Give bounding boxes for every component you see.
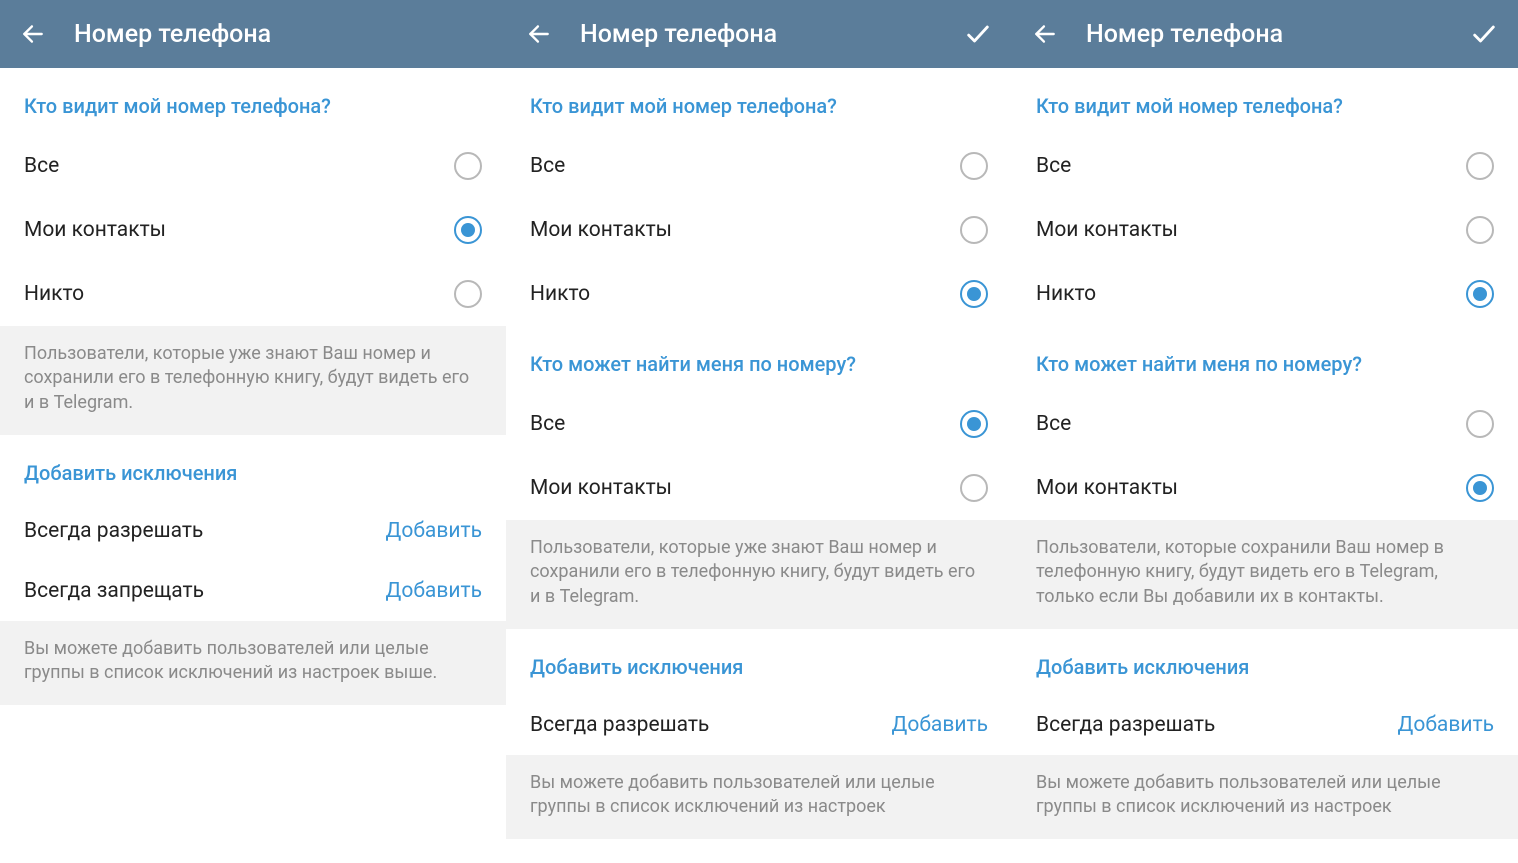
arrow-left-icon (1032, 21, 1058, 47)
section-header-who-sees: Кто видит мой номер телефона? (506, 68, 1012, 134)
radio-option-my-contacts[interactable]: Мои контакты (0, 198, 506, 262)
radio-option-everyone[interactable]: Все (506, 134, 1012, 198)
action-always-allow[interactable]: Всегда разрешать Добавить (0, 501, 506, 561)
radio-icon (1466, 280, 1494, 308)
radio-option-find-my-contacts[interactable]: Мои контакты (1012, 456, 1518, 520)
action-always-allow[interactable]: Всегда разрешать Добавить (1012, 695, 1518, 755)
action-link: Добавить (892, 713, 988, 737)
radio-icon (1466, 152, 1494, 180)
radio-option-everyone[interactable]: Все (0, 134, 506, 198)
confirm-button[interactable] (964, 20, 992, 48)
action-label: Всегда запрещать (24, 579, 204, 603)
confirm-button[interactable] (1470, 20, 1498, 48)
check-icon (964, 20, 992, 48)
page-title: Номер телефона (74, 20, 486, 49)
info-text: Пользователи, которые уже знают Ваш номе… (0, 326, 506, 435)
option-label: Мои контакты (1036, 476, 1178, 500)
section-header-who-finds: Кто может найти меня по номеру? (1012, 326, 1518, 392)
option-label: Никто (530, 282, 590, 306)
option-label: Мои контакты (24, 218, 166, 242)
check-icon (1470, 20, 1498, 48)
content: Кто видит мой номер телефона? Все Мои ко… (0, 68, 506, 863)
back-button[interactable] (526, 21, 552, 47)
radio-option-nobody[interactable]: Никто (1012, 262, 1518, 326)
action-link: Добавить (386, 519, 482, 543)
back-button[interactable] (1032, 21, 1058, 47)
option-label: Мои контакты (1036, 218, 1178, 242)
option-label: Все (1036, 154, 1071, 178)
back-button[interactable] (20, 21, 46, 47)
option-label: Никто (24, 282, 84, 306)
radio-icon (1466, 410, 1494, 438)
radio-option-nobody[interactable]: Никто (506, 262, 1012, 326)
arrow-left-icon (20, 21, 46, 47)
action-always-deny[interactable]: Всегда запрещать Добавить (0, 561, 506, 621)
option-label: Все (1036, 412, 1071, 436)
option-label: Все (530, 412, 565, 436)
radio-icon (1466, 474, 1494, 502)
radio-icon (960, 410, 988, 438)
page-title: Номер телефона (1086, 20, 1442, 49)
content: Кто видит мой номер телефона? Все Мои ко… (1012, 68, 1518, 863)
section-header-exceptions: Добавить исключения (0, 435, 506, 501)
info-text: Вы можете добавить пользователей или цел… (506, 755, 1012, 840)
option-label: Все (530, 154, 565, 178)
info-text: Вы можете добавить пользователей или цел… (0, 621, 506, 706)
section-header-exceptions: Добавить исключения (506, 629, 1012, 695)
page-title: Номер телефона (580, 20, 936, 49)
action-link: Добавить (386, 579, 482, 603)
radio-icon (960, 280, 988, 308)
radio-option-find-my-contacts[interactable]: Мои контакты (506, 456, 1012, 520)
section-header-who-sees: Кто видит мой номер телефона? (1012, 68, 1518, 134)
radio-icon (960, 152, 988, 180)
info-text: Вы можете добавить пользователей или цел… (1012, 755, 1518, 840)
header: Номер телефона (0, 0, 506, 68)
info-text: Пользователи, которые сохранили Ваш номе… (1012, 520, 1518, 629)
option-label: Мои контакты (530, 476, 672, 500)
action-label: Всегда разрешать (24, 519, 203, 543)
radio-option-find-everyone[interactable]: Все (506, 392, 1012, 456)
content: Кто видит мой номер телефона? Все Мои ко… (506, 68, 1012, 863)
option-label: Мои контакты (530, 218, 672, 242)
radio-icon (960, 474, 988, 502)
option-label: Никто (1036, 282, 1096, 306)
option-label: Все (24, 154, 59, 178)
header: Номер телефона (506, 0, 1012, 68)
action-label: Всегда разрешать (1036, 713, 1215, 737)
settings-panel-3: Номер телефона Кто видит мой номер телеф… (1012, 0, 1518, 863)
radio-option-nobody[interactable]: Никто (0, 262, 506, 326)
settings-panel-1: Номер телефона Кто видит мой номер телеф… (0, 0, 506, 863)
action-link: Добавить (1398, 713, 1494, 737)
radio-icon (960, 216, 988, 244)
radio-option-find-everyone[interactable]: Все (1012, 392, 1518, 456)
section-header-who-sees: Кто видит мой номер телефона? (0, 68, 506, 134)
radio-icon (1466, 216, 1494, 244)
section-header-who-finds: Кто может найти меня по номеру? (506, 326, 1012, 392)
radio-option-everyone[interactable]: Все (1012, 134, 1518, 198)
radio-option-my-contacts[interactable]: Мои контакты (506, 198, 1012, 262)
action-label: Всегда разрешать (530, 713, 709, 737)
radio-option-my-contacts[interactable]: Мои контакты (1012, 198, 1518, 262)
info-text: Пользователи, которые уже знают Ваш номе… (506, 520, 1012, 629)
arrow-left-icon (526, 21, 552, 47)
settings-panel-2: Номер телефона Кто видит мой номер телеф… (506, 0, 1012, 863)
radio-icon (454, 152, 482, 180)
section-header-exceptions: Добавить исключения (1012, 629, 1518, 695)
header: Номер телефона (1012, 0, 1518, 68)
radio-icon (454, 280, 482, 308)
radio-icon (454, 216, 482, 244)
action-always-allow[interactable]: Всегда разрешать Добавить (506, 695, 1012, 755)
